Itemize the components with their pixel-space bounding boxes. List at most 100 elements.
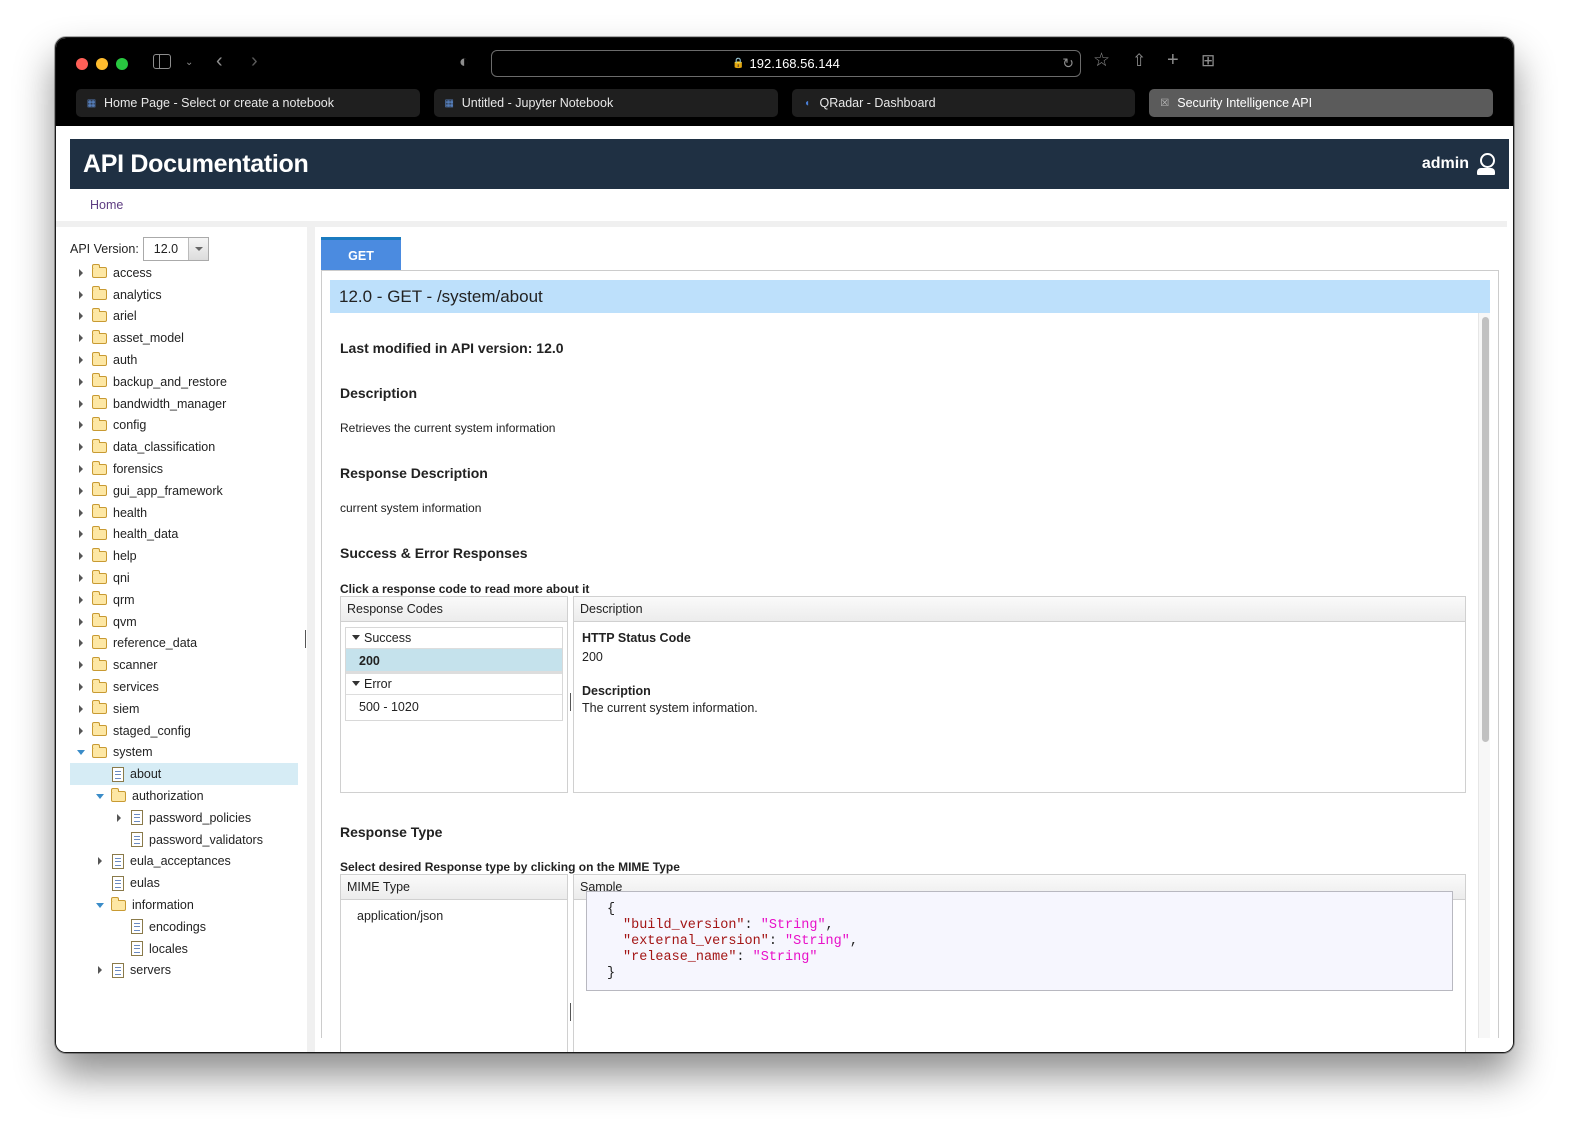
- tree-item-services[interactable]: services: [70, 676, 298, 698]
- collapsed-arrow-icon[interactable]: [74, 595, 88, 605]
- maximize-window-button[interactable]: [116, 58, 128, 70]
- collapsed-arrow-icon[interactable]: [74, 486, 88, 496]
- tree-item-eula-acceptances[interactable]: eula_acceptances: [70, 851, 298, 873]
- tree-item-qni[interactable]: qni: [70, 567, 298, 589]
- tree-item-access[interactable]: access: [70, 262, 298, 284]
- tab-overview-icon[interactable]: ⊞: [1201, 51, 1215, 71]
- tree-item-siem[interactable]: siem: [70, 698, 298, 720]
- tree-item-qvm[interactable]: qvm: [70, 611, 298, 633]
- tree-item-encodings[interactable]: encodings: [70, 916, 298, 938]
- tree-item-bandwidth-manager[interactable]: bandwidth_manager: [70, 393, 298, 415]
- share-icon[interactable]: ⇧: [1132, 51, 1146, 71]
- scrollbar-thumb[interactable]: [1482, 317, 1489, 742]
- tree-item-label: health_data: [113, 527, 179, 542]
- tree-item-ariel[interactable]: ariel: [70, 306, 298, 328]
- collapsed-arrow-icon[interactable]: [74, 508, 88, 518]
- collapsed-arrow-icon[interactable]: [74, 464, 88, 474]
- tree-item-information[interactable]: information: [70, 894, 298, 916]
- tree-item-analytics[interactable]: analytics: [70, 284, 298, 306]
- code-group-error[interactable]: Error: [346, 674, 562, 695]
- tab-jupyter-home[interactable]: ▦ Home Page - Select or create a noteboo…: [76, 89, 420, 117]
- tree-item-backup-and-restore[interactable]: backup_and_restore: [70, 371, 298, 393]
- close-window-button[interactable]: [76, 58, 88, 70]
- collapsed-arrow-icon[interactable]: [74, 704, 88, 714]
- splitter-handle[interactable]: [305, 630, 306, 648]
- tree-item-label: siem: [113, 701, 140, 716]
- collapsed-arrow-icon[interactable]: [93, 856, 107, 866]
- collapsed-arrow-icon[interactable]: [74, 573, 88, 583]
- address-bar[interactable]: 🔒 192.168.56.144 ↻: [491, 50, 1081, 77]
- tree-item-data-classification[interactable]: data_classification: [70, 436, 298, 458]
- collapsed-arrow-icon[interactable]: [74, 442, 88, 452]
- collapsed-arrow-icon[interactable]: [74, 420, 88, 430]
- panel-splitter-handle[interactable]: [570, 693, 571, 711]
- tab-security-intelligence-api[interactable]: ☒ Security Intelligence API: [1149, 89, 1493, 117]
- collapsed-arrow-icon[interactable]: [74, 638, 88, 648]
- tree-item-authorization[interactable]: authorization: [70, 785, 298, 807]
- collapsed-arrow-icon[interactable]: [74, 551, 88, 561]
- back-icon[interactable]: ‹: [216, 51, 223, 71]
- collapsed-arrow-icon[interactable]: [74, 333, 88, 343]
- sidebar-toggle-icon[interactable]: [153, 54, 171, 69]
- content-scrollbar[interactable]: [1478, 313, 1490, 1038]
- chevron-down-icon[interactable]: ⌄: [185, 53, 193, 73]
- tree-item-label: qrm: [113, 592, 135, 607]
- panel-splitter-handle[interactable]: [570, 1003, 571, 1021]
- tree-item-gui-app-framework[interactable]: gui_app_framework: [70, 480, 298, 502]
- collapsed-arrow-icon[interactable]: [74, 311, 88, 321]
- tab-jupyter-untitled[interactable]: ▦ Untitled - Jupyter Notebook: [433, 89, 778, 117]
- tree-item-forensics[interactable]: forensics: [70, 458, 298, 480]
- collapsed-arrow-icon[interactable]: [74, 617, 88, 627]
- collapsed-arrow-icon[interactable]: [93, 965, 107, 975]
- api-version-select[interactable]: 12.0: [142, 237, 209, 261]
- tree-item-config[interactable]: config: [70, 415, 298, 437]
- shield-icon[interactable]: ◐: [459, 52, 469, 72]
- tree-item-help[interactable]: help: [70, 545, 298, 567]
- tree-item-locales[interactable]: locales: [70, 938, 298, 960]
- bookmark-star-icon[interactable]: ☆: [1093, 51, 1110, 71]
- expanded-arrow-icon[interactable]: [93, 900, 107, 910]
- collapsed-arrow-icon[interactable]: [112, 813, 126, 823]
- tree-item-scanner[interactable]: scanner: [70, 654, 298, 676]
- tab-get[interactable]: GET: [321, 237, 401, 271]
- tree-item-password-validators[interactable]: password_validators: [70, 829, 298, 851]
- collapsed-arrow-icon[interactable]: [74, 726, 88, 736]
- tree-item-staged-config[interactable]: staged_config: [70, 720, 298, 742]
- minimize-window-button[interactable]: [96, 58, 108, 70]
- collapsed-arrow-icon[interactable]: [74, 268, 88, 278]
- tree-item-auth[interactable]: auth: [70, 349, 298, 371]
- reload-icon[interactable]: ↻: [1062, 55, 1074, 72]
- user-menu[interactable]: admin: [1422, 153, 1495, 175]
- collapsed-arrow-icon[interactable]: [74, 399, 88, 409]
- code-group-success[interactable]: Success: [346, 628, 562, 649]
- forward-icon[interactable]: ›: [251, 51, 258, 71]
- tree-item-password-policies[interactable]: password_policies: [70, 807, 298, 829]
- response-code-200[interactable]: 200: [346, 649, 562, 674]
- tree-item-about[interactable]: about: [70, 763, 298, 786]
- tree-item-eulas[interactable]: eulas: [70, 872, 298, 894]
- expanded-arrow-icon[interactable]: [74, 747, 88, 757]
- tree-item-label: locales: [149, 941, 188, 956]
- collapsed-arrow-icon[interactable]: [74, 290, 88, 300]
- chevron-down-icon[interactable]: [187, 238, 208, 260]
- new-tab-icon[interactable]: +: [1167, 50, 1179, 70]
- tree-item-servers[interactable]: servers: [70, 960, 298, 982]
- tree-item-health-data[interactable]: health_data: [70, 524, 298, 546]
- collapsed-arrow-icon[interactable]: [74, 377, 88, 387]
- tree-item-system[interactable]: system: [70, 742, 298, 764]
- tree-item-asset-model[interactable]: asset_model: [70, 327, 298, 349]
- collapsed-arrow-icon[interactable]: [74, 682, 88, 692]
- tab-qradar-dashboard[interactable]: ◖ QRadar - Dashboard: [791, 89, 1136, 117]
- collapsed-arrow-icon[interactable]: [74, 529, 88, 539]
- tree-item-qrm[interactable]: qrm: [70, 589, 298, 611]
- response-code-500-1020[interactable]: 500 - 1020: [346, 695, 562, 720]
- breadcrumb-home[interactable]: Home: [90, 198, 123, 212]
- mime-type-json[interactable]: application/json: [341, 900, 567, 923]
- collapsed-arrow-icon[interactable]: [74, 660, 88, 670]
- tree-item-health[interactable]: health: [70, 502, 298, 524]
- folder-icon: [92, 700, 107, 715]
- sidebar-splitter[interactable]: [305, 227, 315, 1052]
- tree-item-reference-data[interactable]: reference_data: [70, 633, 298, 655]
- expanded-arrow-icon[interactable]: [93, 791, 107, 801]
- collapsed-arrow-icon[interactable]: [74, 355, 88, 365]
